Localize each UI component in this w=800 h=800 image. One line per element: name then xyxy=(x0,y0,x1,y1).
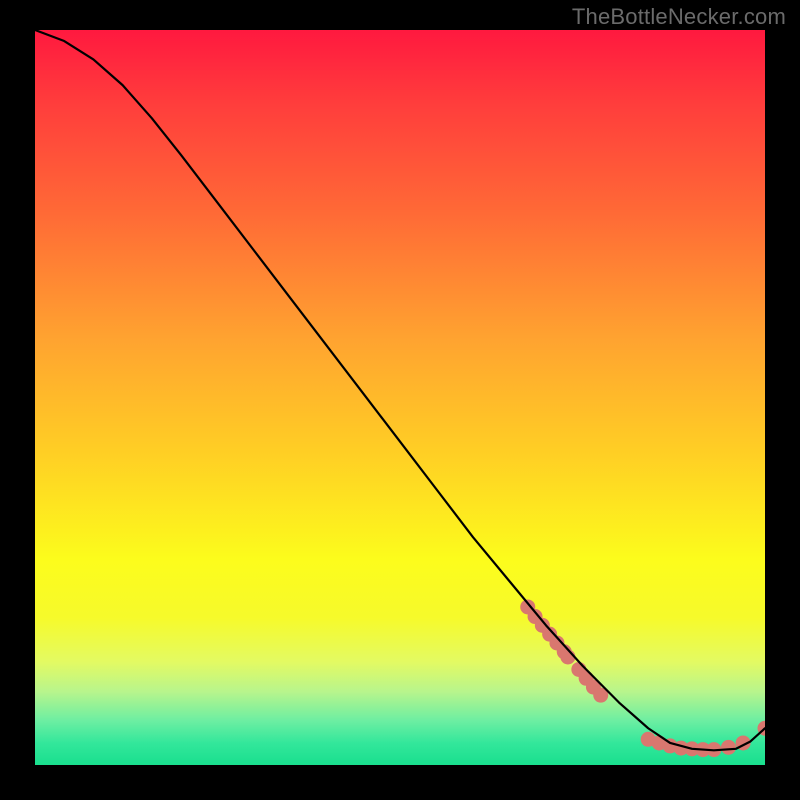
data-marker xyxy=(721,740,736,755)
chart-svg xyxy=(35,30,765,765)
bottleneck-curve xyxy=(35,30,765,750)
plot-area xyxy=(35,30,765,765)
chart-frame: TheBottleNecker.com xyxy=(0,0,800,800)
watermark-text: TheBottleNecker.com xyxy=(572,4,786,30)
marker-layer xyxy=(520,599,765,757)
